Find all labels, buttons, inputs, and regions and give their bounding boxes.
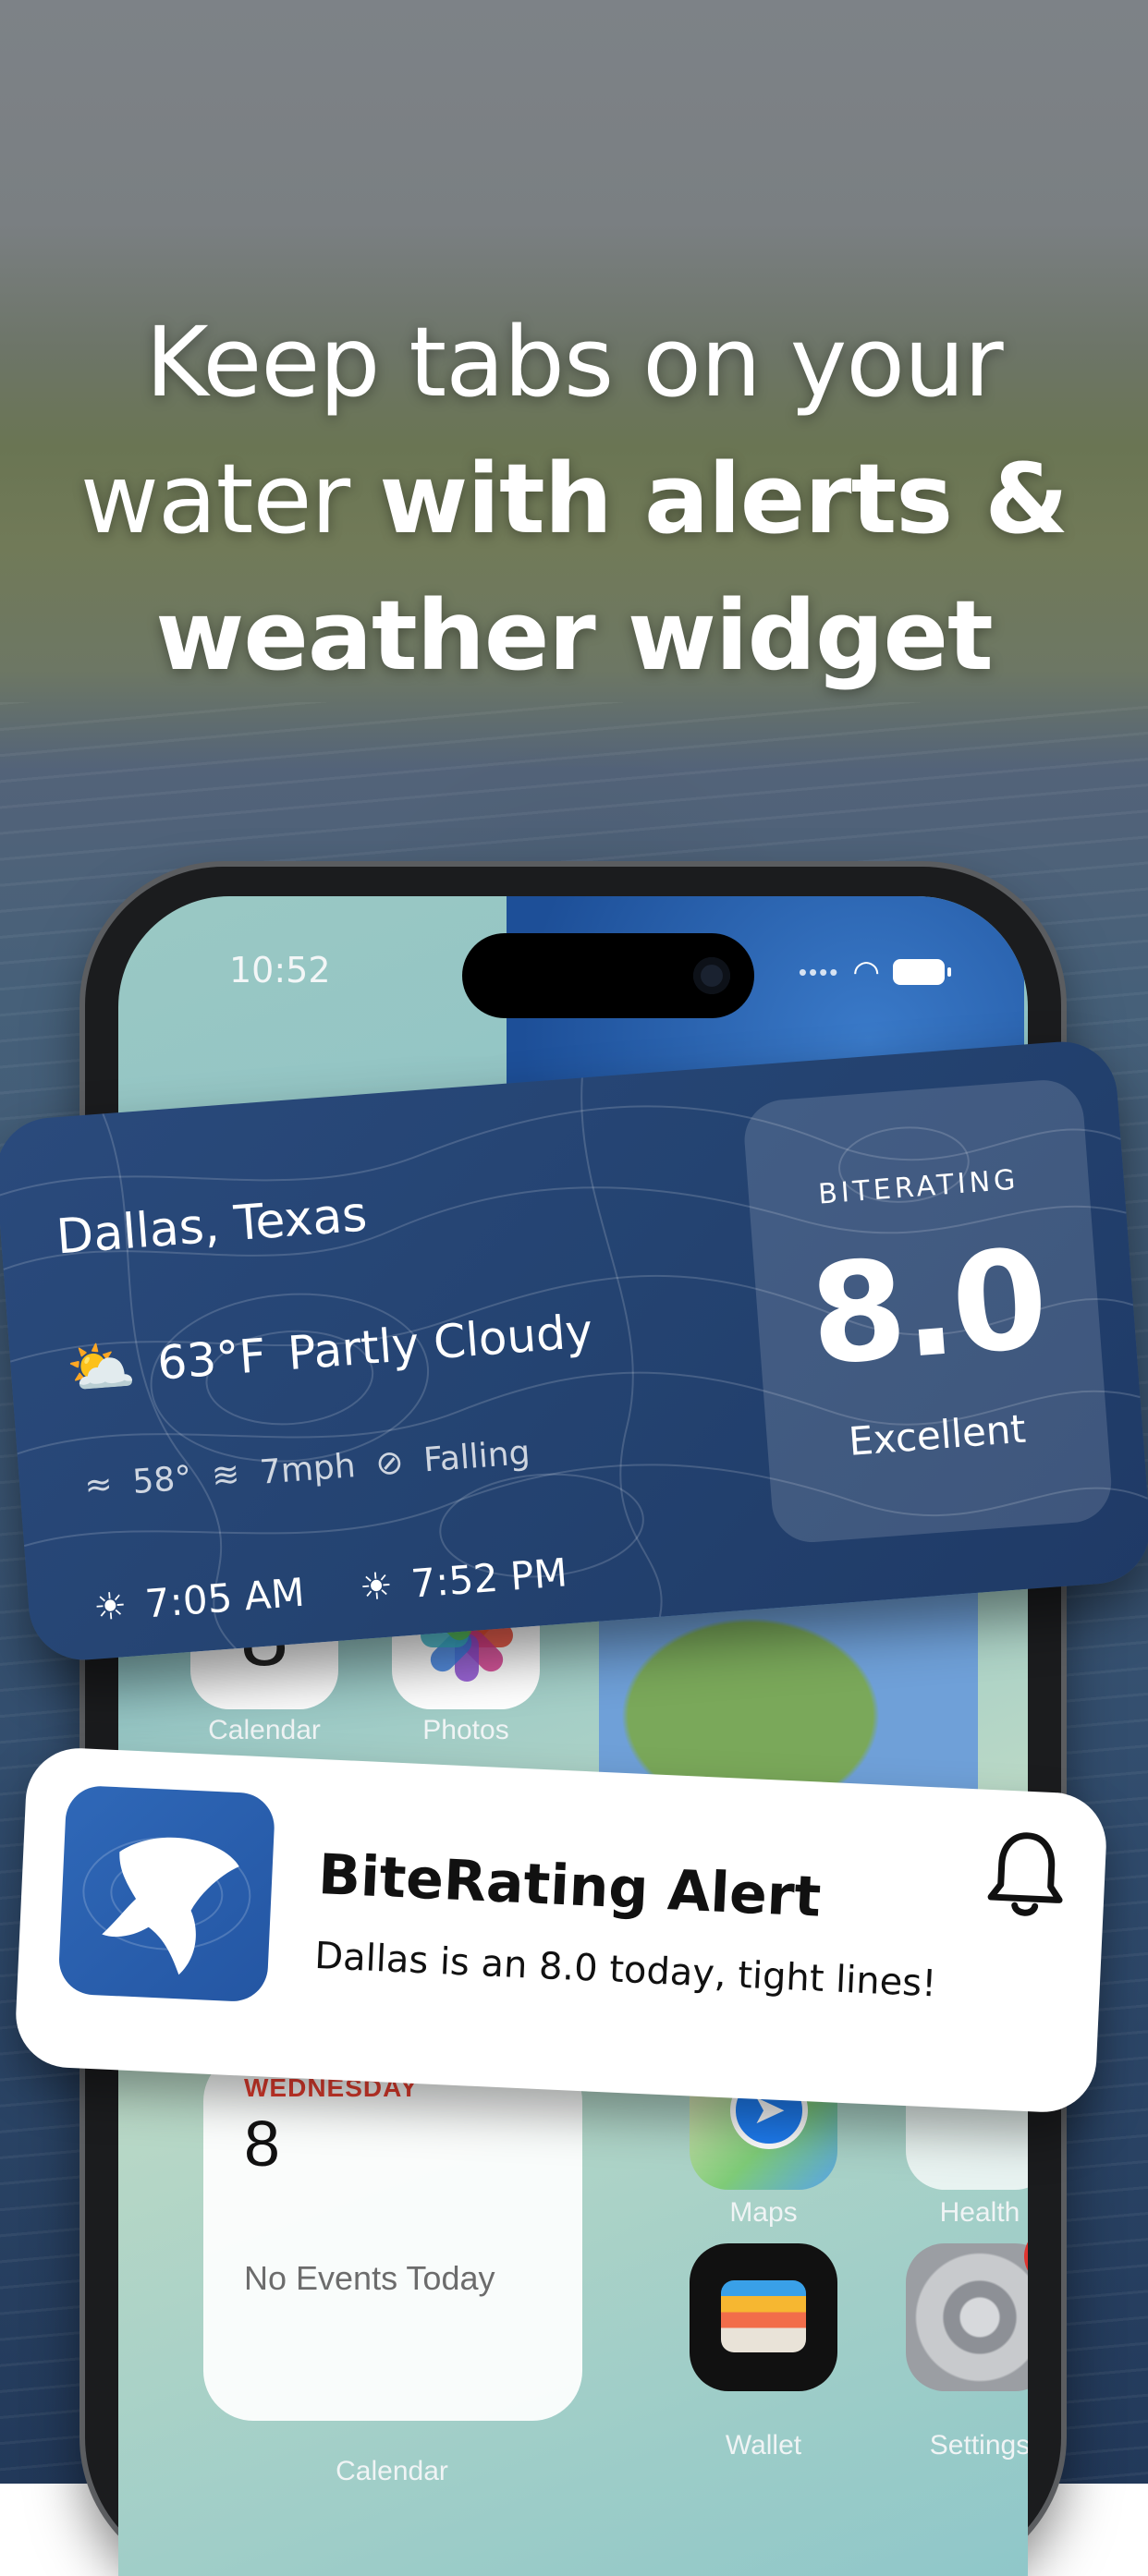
fish-logo-icon <box>57 1784 276 2003</box>
sunset-icon: ☀ <box>358 1563 395 1610</box>
headline-line-1: Keep tabs on your <box>145 306 1003 419</box>
calendar-widget[interactable]: WEDNESDAY 8 No Events Today <box>203 2051 582 2421</box>
headline-line-2: water with alerts & <box>0 431 1148 567</box>
fish-logo-svg <box>82 1837 251 1975</box>
maps-app-label: Maps <box>729 2197 798 2228</box>
headline-line-2-light: water <box>79 443 380 555</box>
battery-icon <box>893 959 951 985</box>
alert-body: Dallas is an 8.0 today, tight lines! <box>313 1934 938 2006</box>
water-icon: ≈ <box>82 1464 115 1505</box>
photos-app-label: Photos <box>422 1715 509 1745</box>
calendar-widget-label: Calendar <box>336 2456 448 2486</box>
rating-word: Excellent <box>847 1405 1028 1464</box>
headline-line-3: weather widget <box>155 579 993 692</box>
pressure-icon: ⊘ <box>373 1443 406 1484</box>
status-time: 10:52 <box>229 950 331 990</box>
rating-label: BITERATING <box>817 1163 1020 1211</box>
signal-icon: •••• <box>798 957 840 986</box>
wallet-app-label: Wallet <box>725 2430 802 2461</box>
biterating-weather-widget[interactable]: Dallas, Texas ⛅ 63°F Partly Cloudy ≈ 58°… <box>0 1038 1148 1664</box>
partly-cloudy-icon: ⛅ <box>64 1332 139 1403</box>
alert-title: BiteRating Alert <box>316 1842 823 1930</box>
calendar-widget-events: No Events Today <box>244 2259 495 2297</box>
rating-panel: BITERATING 8.0 Excellent <box>741 1076 1115 1546</box>
sunrise-icon: ☀ <box>92 1584 128 1630</box>
settings-app-icon[interactable] <box>906 2243 1028 2391</box>
dynamic-island <box>462 933 754 1018</box>
wallet-app-icon[interactable] <box>690 2243 837 2391</box>
calendar-app-label: Calendar <box>208 1715 321 1745</box>
widget-temp: 63°F <box>155 1328 268 1391</box>
biterating-alert-notification[interactable]: BiteRating Alert Dallas is an 8.0 today,… <box>13 1745 1109 2115</box>
status-icons: •••• ◠ <box>798 954 951 990</box>
widget-pressure: Falling <box>421 1433 531 1480</box>
bell-icon[interactable] <box>983 1827 1069 1923</box>
headline: Keep tabs on your water with alerts & we… <box>0 294 1148 704</box>
settings-app-label: Settings <box>929 2430 1028 2461</box>
widget-water-temp: 58° <box>130 1459 193 1502</box>
health-app-label: Health <box>939 2197 1020 2228</box>
camera-icon <box>693 957 730 994</box>
wallet-cards-icon <box>721 2280 806 2352</box>
wind-icon: ≋ <box>210 1455 241 1496</box>
headline-line-2-bold: with alerts & <box>379 443 1069 555</box>
rating-value: 8.0 <box>804 1219 1051 1396</box>
wifi-icon: ◠ <box>852 954 880 990</box>
widget-wind: 7mph <box>258 1447 358 1492</box>
calendar-widget-date: 8 <box>244 2108 280 2180</box>
